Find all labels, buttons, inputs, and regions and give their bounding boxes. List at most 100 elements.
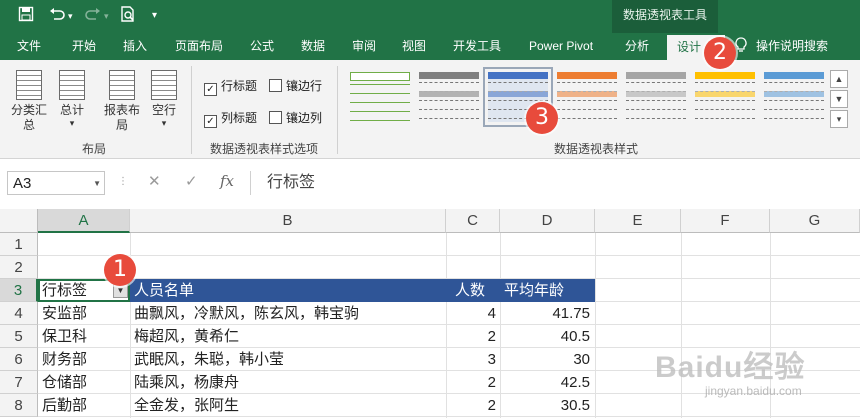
cell-b4[interactable]: 曲飘风，冷默风，陈玄风，韩宝驹: [134, 302, 359, 325]
column-header-d[interactable]: D: [500, 209, 595, 233]
cell-b6[interactable]: 武眠风，朱聪，韩小莹: [134, 348, 284, 371]
blank-rows-button[interactable]: 空行 ▾: [148, 70, 180, 128]
baidu-logo-watermark: Baidu经验: [655, 351, 806, 384]
context-tab-group: 数据透视表工具: [612, 0, 718, 33]
more-icon: ⋮: [118, 176, 128, 187]
cell-b7[interactable]: 陆乘风，杨康舟: [134, 371, 239, 394]
cell-c4[interactable]: 4: [446, 302, 496, 325]
group-divider: [191, 66, 192, 154]
tab-analyze[interactable]: 分析: [625, 33, 649, 60]
row-headers-checkbox[interactable]: ✓ 行标题: [204, 77, 257, 96]
pivot-style-swatch[interactable]: [626, 72, 686, 122]
cell-c7[interactable]: 2: [446, 371, 496, 394]
pivot-style-swatch[interactable]: [419, 72, 479, 122]
redo-dropdown-icon[interactable]: ▾: [104, 6, 109, 26]
pivot-style-swatch[interactable]: [557, 72, 617, 122]
pivot-styles-group-label: 数据透视表样式: [554, 142, 639, 156]
column-header-e[interactable]: E: [595, 209, 681, 233]
tab-page-layout[interactable]: 页面布局: [175, 33, 223, 60]
report-layout-button[interactable]: 报表布局: [102, 70, 142, 133]
tab-insert[interactable]: 插入: [123, 33, 147, 60]
chevron-down-icon[interactable]: ▼: [93, 172, 101, 196]
grand-totals-icon: [59, 70, 85, 100]
gallery-up-icon[interactable]: ▲: [830, 70, 848, 88]
cell-d8[interactable]: 30.5: [500, 394, 590, 417]
grand-totals-label: 总计: [59, 103, 84, 117]
row-header-7[interactable]: 7: [0, 371, 38, 394]
column-headers-checkbox[interactable]: ✓ 列标题: [204, 109, 257, 128]
checkbox-checked-icon: ✓: [204, 115, 217, 128]
cell-c5[interactable]: 2: [446, 325, 496, 348]
cell-d5[interactable]: 40.5: [500, 325, 590, 348]
checkbox-unchecked-icon: [269, 111, 282, 124]
cell-c8[interactable]: 2: [446, 394, 496, 417]
ribbon-panel: 分类汇总 总计 ▾ 报表布局 空行 ▾ 布局 ✓ 行标题 镶边行 ✓ 列标题 镶边列…: [0, 60, 860, 159]
cell-a4[interactable]: 安监部: [42, 302, 87, 325]
tab-developer[interactable]: 开发工具: [453, 33, 501, 60]
column-header-f[interactable]: F: [681, 209, 770, 233]
tell-me-search[interactable]: 操作说明搜索: [756, 33, 828, 60]
row-header-5[interactable]: 5: [0, 325, 38, 348]
undo-dropdown-icon[interactable]: ▾: [68, 6, 73, 26]
banded-rows-checkbox[interactable]: 镶边行: [269, 77, 322, 94]
cell-d3[interactable]: 平均年龄: [504, 279, 564, 302]
grand-totals-button[interactable]: 总计 ▾: [56, 70, 88, 128]
tab-power-pivot[interactable]: Power Pivot: [529, 33, 593, 60]
tab-file[interactable]: 文件: [17, 33, 41, 60]
cell-b8[interactable]: 全金发，张阿生: [134, 394, 239, 417]
cell-a5[interactable]: 保卫科: [42, 325, 87, 348]
formula-input[interactable]: 行标签: [250, 171, 853, 195]
row-header-3[interactable]: 3: [0, 279, 38, 302]
cell-d6[interactable]: 30: [500, 348, 590, 371]
name-box-value: A3: [13, 175, 32, 192]
lightbulb-icon[interactable]: [735, 33, 747, 60]
column-header-g[interactable]: G: [770, 209, 860, 233]
style-options-group-label: 数据透视表样式选项: [210, 142, 319, 156]
cell-b5[interactable]: 梅超风，黄希仁: [134, 325, 239, 348]
cancel-icon[interactable]: ✕: [148, 172, 161, 190]
column-header-a[interactable]: A: [38, 209, 130, 233]
cell-a6[interactable]: 财务部: [42, 348, 87, 371]
tab-formulas[interactable]: 公式: [250, 33, 274, 60]
tab-view[interactable]: 视图: [402, 33, 426, 60]
formula-value: 行标签: [267, 174, 316, 191]
undo-icon[interactable]: [48, 6, 66, 28]
cell-d4[interactable]: 41.75: [500, 302, 590, 325]
row-header-1[interactable]: 1: [0, 233, 38, 256]
row-header-4[interactable]: 4: [0, 302, 38, 325]
formula-bar: A3 ▼ ⋮ ✕ ✓ fx 行标签: [0, 159, 860, 209]
cell-a7[interactable]: 仓储部: [42, 371, 87, 394]
blank-rows-label: 空行: [151, 103, 176, 117]
cell-c3[interactable]: 人数: [446, 279, 485, 302]
tab-data[interactable]: 数据: [301, 33, 325, 60]
column-header-b[interactable]: B: [130, 209, 446, 233]
enter-icon[interactable]: ✓: [185, 172, 198, 190]
select-all-corner[interactable]: [0, 209, 38, 233]
report-layout-label: 报表布局: [103, 103, 140, 132]
gallery-down-icon[interactable]: ▼: [830, 90, 848, 108]
cell-b3[interactable]: 人员名单: [134, 279, 194, 302]
tab-review[interactable]: 审阅: [352, 33, 376, 60]
insert-function-icon[interactable]: fx: [220, 172, 234, 190]
row-header-6[interactable]: 6: [0, 348, 38, 371]
customize-qat-icon[interactable]: ▾: [152, 6, 157, 26]
cell-d7[interactable]: 42.5: [500, 371, 590, 394]
subtotals-button[interactable]: 分类汇总: [8, 70, 50, 133]
row-header-2[interactable]: 2: [0, 256, 38, 279]
pivot-style-swatch[interactable]: [350, 72, 410, 122]
pivot-style-swatch[interactable]: [695, 72, 755, 122]
save-icon[interactable]: [18, 6, 34, 28]
print-preview-icon[interactable]: [120, 6, 136, 29]
cell-a8[interactable]: 后勤部: [42, 394, 87, 417]
banded-columns-checkbox[interactable]: 镶边列: [269, 109, 322, 126]
gallery-more-icon[interactable]: ▾: [830, 110, 848, 128]
cell-a3[interactable]: 行标签: [42, 279, 87, 302]
cell-c6[interactable]: 3: [446, 348, 496, 371]
subtotals-icon: [16, 70, 42, 100]
tab-home[interactable]: 开始: [72, 33, 96, 60]
redo-icon[interactable]: [84, 6, 102, 28]
row-header-8[interactable]: 8: [0, 394, 38, 417]
column-header-c[interactable]: C: [446, 209, 500, 233]
name-box[interactable]: A3 ▼: [7, 171, 105, 195]
pivot-style-swatch[interactable]: [764, 72, 824, 122]
